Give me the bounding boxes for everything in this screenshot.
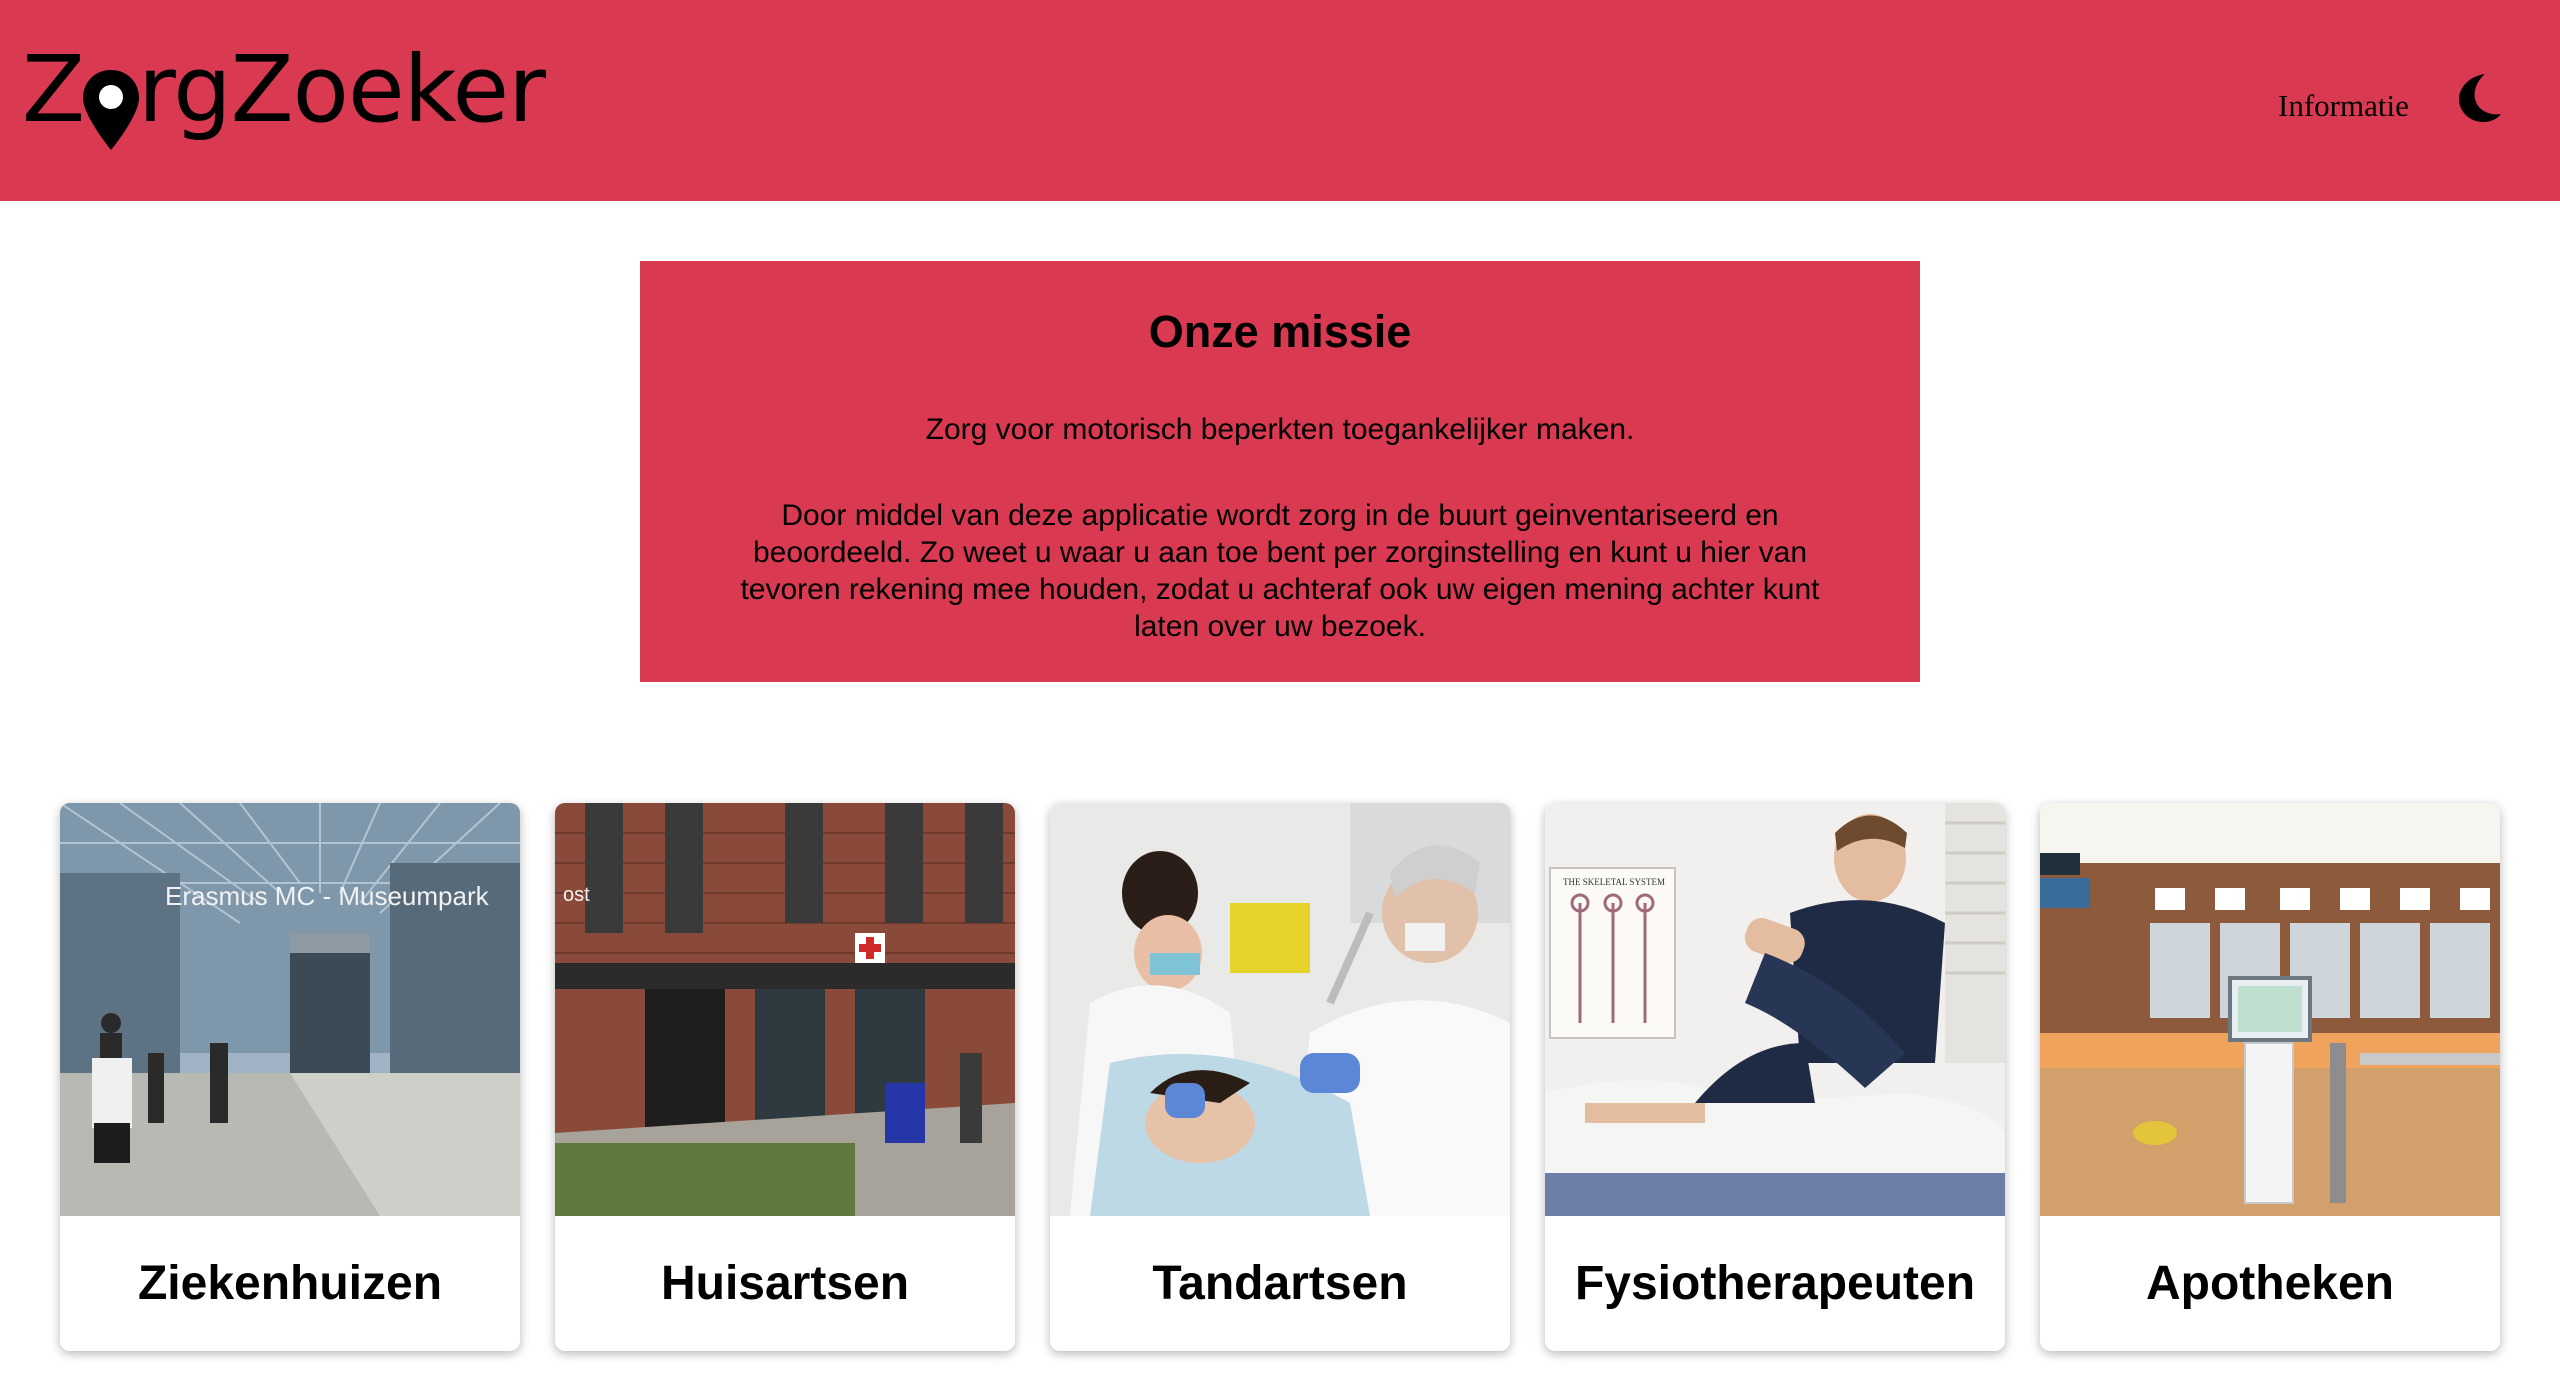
logo-text-suffix: rgZoeker bbox=[138, 36, 546, 143]
nav-informatie-link[interactable]: Informatie bbox=[2278, 88, 2409, 124]
card-label: Tandartsen bbox=[1152, 1257, 1408, 1310]
location-pin-icon bbox=[82, 30, 140, 150]
mission-panel: Onze missie Zorg voor motorisch beperkte… bbox=[640, 261, 1920, 682]
practice-sign-text: ost bbox=[563, 884, 590, 906]
poster-title-text: THE SKELETAL SYSTEM bbox=[1563, 877, 1665, 887]
pharmacy-photo bbox=[2040, 803, 2500, 1216]
top-header: Z rgZoeker Informatie bbox=[0, 0, 2560, 201]
card-huisartsen[interactable]: ost Huisartsen bbox=[555, 803, 1015, 1351]
card-tandartsen[interactable]: Tandartsen bbox=[1050, 803, 1510, 1351]
general-practice-photo: ost bbox=[555, 803, 1015, 1216]
card-label: Apotheken bbox=[2145, 1257, 2394, 1310]
hospital-photo: Erasmus MC - Museumpark bbox=[60, 803, 520, 1216]
zorgzoeker-logo[interactable]: Z rgZoeker bbox=[22, 30, 546, 180]
moon-icon[interactable] bbox=[2455, 72, 2503, 124]
physiotherapy-photo: THE SKELETAL SYSTEM bbox=[1545, 803, 2005, 1216]
card-label: Ziekenhuizen bbox=[137, 1257, 443, 1310]
logo-text-prefix: Z bbox=[22, 36, 85, 143]
card-ziekenhuizen[interactable]: Erasmus MC - Museumpark Ziekenhuizen bbox=[60, 803, 520, 1351]
mission-body: Door middel van deze applicatie wordt zo… bbox=[740, 499, 1820, 643]
card-fysiotherapeuten[interactable]: THE SKELETAL SYSTEM Fysiotherapeuten bbox=[1545, 803, 2005, 1351]
category-cards: Erasmus MC - Museumpark Ziekenhuizen ost… bbox=[60, 803, 2500, 1351]
card-label: Fysiotherapeuten bbox=[1574, 1257, 1976, 1310]
hospital-sign-text: Erasmus MC - Museumpark bbox=[165, 881, 490, 911]
mission-lead: Zorg voor motorisch beperkten toegankeli… bbox=[925, 413, 1635, 446]
card-apotheken[interactable]: Apotheken bbox=[2040, 803, 2500, 1351]
card-label: Huisartsen bbox=[660, 1257, 910, 1310]
dentist-photo bbox=[1050, 803, 1510, 1216]
mission-title: Onze missie bbox=[1148, 306, 1412, 357]
